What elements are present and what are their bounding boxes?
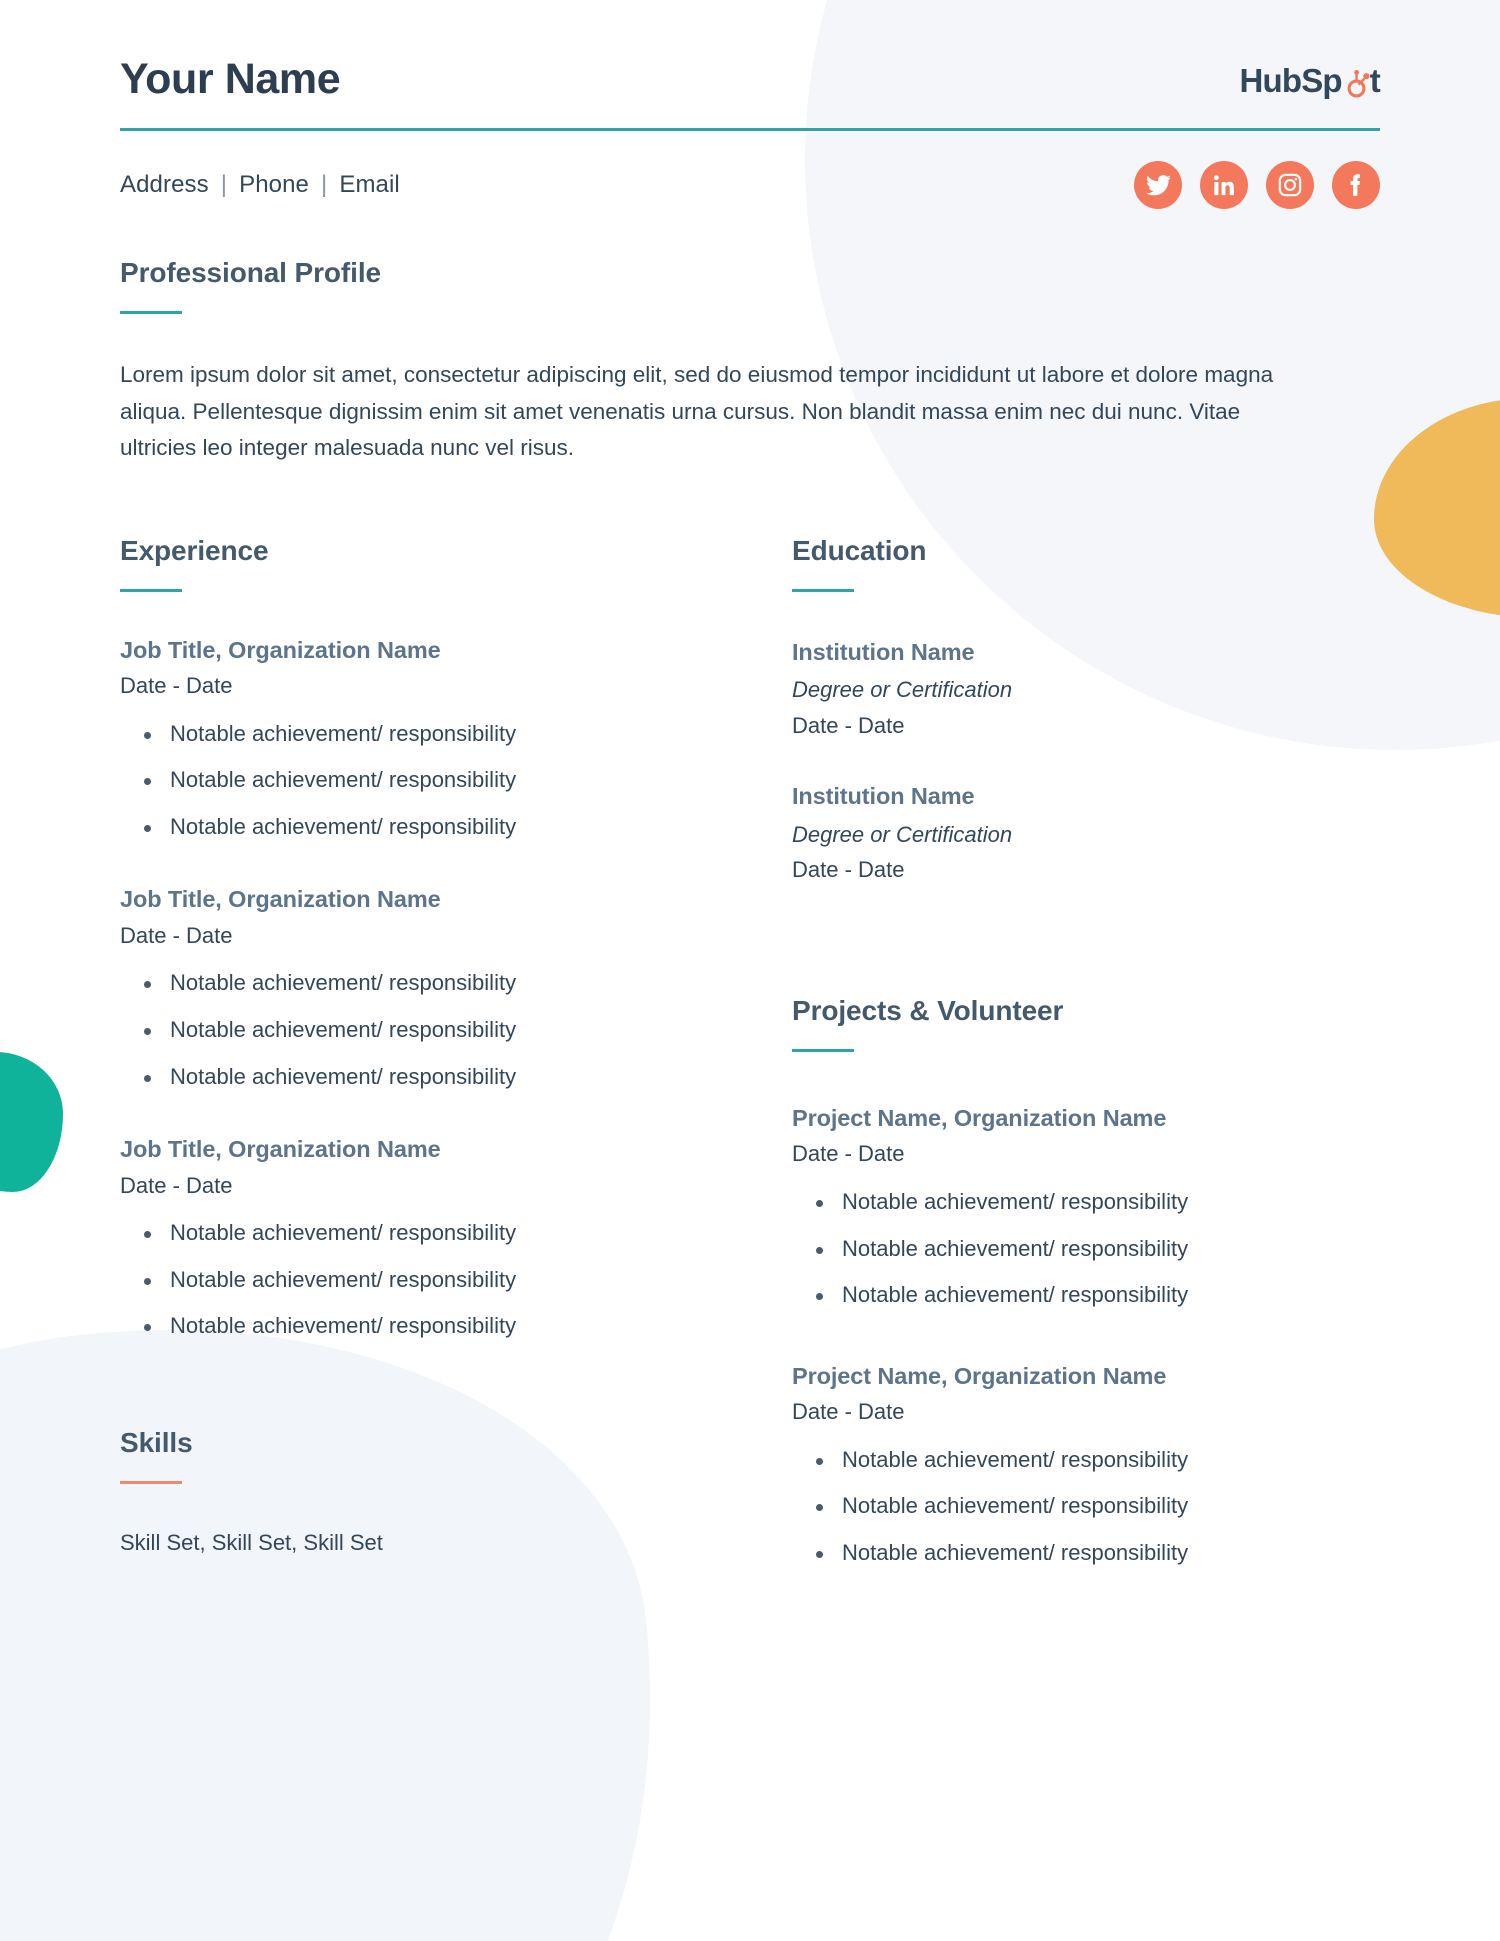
twitter-icon[interactable] [1134,161,1182,209]
education-degree: Degree or Certification [792,677,1013,703]
section-skills: Skills Skill Set, Skill Set, Skill Set [120,1427,792,1559]
list-item: Notable achievement/ responsibility [144,1016,792,1045]
list-item: Notable achievement/ responsibility [816,1235,1352,1264]
section-underline-professional-profile [120,311,182,315]
experience-entry-title: Job Title, Organization Name [120,886,441,913]
section-title-projects-volunteer: Projects & Volunteer [792,994,1064,1026]
contact-separator-2: | [321,171,328,198]
right-column: Education Institution Name Degree or Cer… [792,535,1352,1568]
contact-address[interactable]: Address [120,171,209,198]
education-degree: Degree or Certification [792,821,1013,847]
contact-email[interactable]: Email [339,171,400,198]
experience-entry-bullets: Notable achievement/ responsibility Nota… [120,1219,792,1341]
experience-entry: Job Title, Organization Name Date - Date… [120,1135,792,1341]
instagram-icon[interactable] [1266,161,1314,209]
professional-profile-body: Lorem ipsum dolor sit amet, consectetur … [120,362,1274,461]
linkedin-icon[interactable] [1200,161,1248,209]
section-underline-skills [120,1481,182,1485]
list-item: Notable achievement/ responsibility [816,1188,1352,1217]
background-blob-bottom-left-2 [0,1590,480,1941]
list-item: Notable achievement/ responsibility [144,1266,792,1295]
hubspot-logo: HubSp t [1239,64,1380,101]
project-entry-title: Project Name, Organization Name [792,1105,1167,1131]
section-underline-experience [120,588,182,592]
list-item: Notable achievement/ responsibility [816,1492,1352,1521]
resume-page: Your Name HubSp t Address | Phone | Email [0,0,1500,1568]
list-item: Notable achievement/ responsibility [144,766,792,795]
project-entry: Project Name, Organization Name Date - D… [792,1362,1352,1568]
education-entry: Institution Name Degree or Certification… [792,782,1352,885]
section-underline-education [792,588,854,592]
list-item: Notable achievement/ responsibility [144,1219,792,1248]
education-institution: Institution Name [792,783,975,810]
section-professional-profile: Professional Profile Lorem ipsum dolor s… [120,257,1380,467]
section-education: Education Institution Name Degree or Cer… [792,535,1352,885]
experience-entry-title: Job Title, Organization Name [120,1136,441,1163]
header: Your Name HubSp t [120,0,1381,103]
section-title-education: Education [792,534,927,566]
contact-separator-1: | [220,171,228,198]
contact-info: Address | Phone | Email [120,171,400,199]
experience-entry-bullets: Notable achievement/ responsibility Nota… [120,969,792,1091]
experience-entry-date: Date - Date [120,673,233,699]
project-entry-title: Project Name, Organization Name [792,1362,1167,1389]
page-title: Your Name [120,55,341,103]
experience-entry: Job Title, Organization Name Date - Date… [120,885,792,1091]
list-item: Notable achievement/ responsibility [816,1446,1352,1475]
education-institution: Institution Name [792,638,975,665]
header-divider [120,128,1380,131]
section-title-skills: Skills [120,1426,193,1458]
experience-entry-date: Date - Date [120,922,233,948]
project-entry-date: Date - Date [792,1141,905,1167]
list-item: Notable achievement/ responsibility [144,969,792,998]
skills-list: Skill Set, Skill Set, Skill Set [120,1530,383,1556]
experience-entry-bullets: Notable achievement/ responsibility Nota… [120,720,792,842]
project-entry: Project Name, Organization Name Date - D… [792,1104,1352,1310]
left-column: Experience Job Title, Organization Name … [120,535,792,1568]
education-entry: Institution Name Degree or Certification… [792,638,1352,741]
facebook-icon[interactable] [1332,161,1380,209]
section-projects-volunteer: Projects & Volunteer Project Name, Organ… [792,995,1352,1568]
contact-row: Address | Phone | Email [120,161,1380,209]
section-underline-projects-volunteer [792,1049,854,1052]
list-item: Notable achievement/ responsibility [144,720,792,749]
list-item: Notable achievement/ responsibility [144,813,792,842]
project-entry-bullets: Notable achievement/ responsibility Nota… [792,1446,1352,1568]
section-title-professional-profile: Professional Profile [120,257,381,288]
project-entry-bullets: Notable achievement/ responsibility Nota… [792,1188,1352,1310]
section-experience: Experience Job Title, Organization Name … [120,535,792,1341]
social-links [1134,161,1380,209]
list-item: Notable achievement/ responsibility [144,1312,792,1341]
list-item: Notable achievement/ responsibility [144,1063,792,1092]
contact-phone[interactable]: Phone [239,171,309,198]
experience-entry: Job Title, Organization Name Date - Date… [120,636,792,842]
education-date: Date - Date [792,857,905,883]
list-item: Notable achievement/ responsibility [816,1281,1352,1310]
hubspot-sprocket-icon [1340,68,1372,100]
hubspot-logo-text-before: HubSp [1239,62,1342,99]
project-entry-date: Date - Date [792,1399,905,1425]
education-date: Date - Date [792,712,905,738]
experience-entry-title: Job Title, Organization Name [120,636,441,663]
list-item: Notable achievement/ responsibility [816,1539,1352,1568]
section-title-experience: Experience [120,534,269,566]
experience-entry-date: Date - Date [120,1172,233,1198]
main-columns: Experience Job Title, Organization Name … [120,535,1380,1568]
